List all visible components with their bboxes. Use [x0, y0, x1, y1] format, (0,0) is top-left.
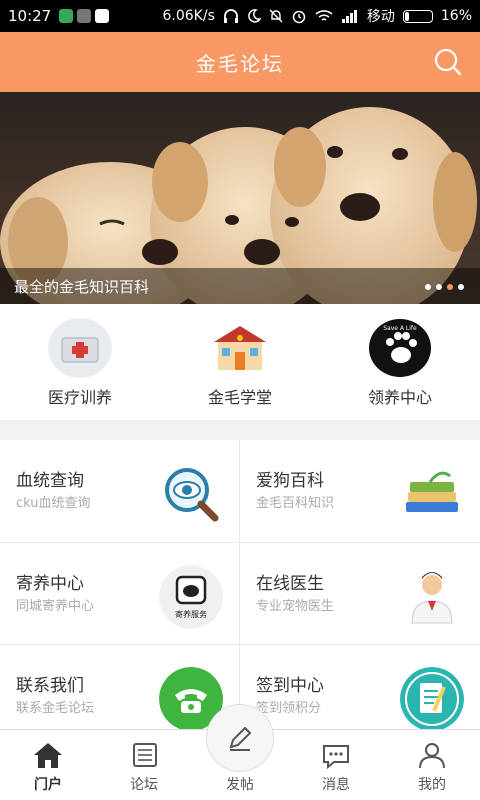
- carrier-label: 移动: [366, 9, 395, 25]
- mute-bell-icon: [269, 9, 283, 23]
- tab-label: 门户: [34, 777, 62, 793]
- status-bar: 10:27 6.06K/s 移动 16%: [0, 0, 480, 32]
- app-notification-icon: [59, 9, 74, 23]
- category-label: 医疗训养: [47, 388, 112, 407]
- pencil-icon: [229, 726, 252, 751]
- service-title: 签到中心: [256, 676, 324, 696]
- app-notification-icon: [77, 9, 92, 23]
- compose-button[interactable]: [206, 704, 274, 772]
- service-subtitle: 签到领积分: [256, 701, 322, 716]
- eye-magnifier-icon: [165, 468, 219, 522]
- service-title: 在线医生: [256, 574, 324, 594]
- status-time: 10:27: [8, 7, 52, 25]
- services-grid: 血统查询 cku血统查询 爱狗百科 金毛百科知识 寄养中心 同城寄养中心 寄养服…: [0, 440, 480, 731]
- service-foster-center[interactable]: 寄养中心 同城寄养中心 寄养服务: [0, 543, 239, 644]
- carousel-dot: [458, 284, 464, 290]
- service-contact-us[interactable]: 联系我们 联系金毛论坛: [0, 645, 239, 731]
- chat-bubble-icon: [323, 745, 349, 770]
- signal-icon: [341, 10, 357, 23]
- tab-portal[interactable]: 门户: [0, 730, 96, 800]
- tab-label: 发帖: [226, 777, 254, 793]
- service-subtitle: 专业宠物医生: [256, 599, 335, 614]
- network-speed: 6.06K/s: [162, 8, 215, 24]
- service-title: 寄养中心: [16, 574, 84, 594]
- service-subtitle: 金毛百科知识: [256, 496, 335, 511]
- category-row: 医疗训养 金毛学堂 Save A Life 领养中心: [0, 304, 480, 420]
- battery-icon: [402, 9, 433, 23]
- carousel-dot: [425, 284, 431, 290]
- alarm-icon: [292, 10, 306, 24]
- tab-label: 论坛: [130, 777, 158, 793]
- battery-percent: 16%: [440, 8, 472, 24]
- qq-notification-icon: [95, 9, 110, 23]
- page-title: 金毛论坛: [196, 51, 284, 76]
- service-subtitle: cku血统查询: [16, 496, 91, 511]
- app-header: 金毛论坛: [0, 32, 480, 92]
- doctor-icon: [411, 572, 453, 624]
- tab-messages[interactable]: 消息: [288, 730, 384, 800]
- paw-badge-icon: Save A Life: [369, 319, 431, 377]
- service-pedigree-query[interactable]: 血统查询 cku血统查询: [0, 440, 239, 542]
- carousel-dot-active: [447, 284, 453, 290]
- service-online-doctor[interactable]: 在线医生 专业宠物医生: [240, 543, 480, 644]
- books-icon: [406, 471, 458, 512]
- home-icon: [34, 743, 62, 768]
- tab-label: 我的: [418, 777, 446, 793]
- service-checkin-center[interactable]: 签到中心 签到领积分: [240, 645, 480, 731]
- category-medical[interactable]: 医疗训养: [0, 304, 160, 420]
- category-school[interactable]: 金毛学堂: [160, 304, 320, 420]
- carousel-dot: [436, 284, 442, 290]
- service-subtitle: 联系金毛论坛: [16, 701, 95, 716]
- banner-caption: 最全的金毛知识百科: [0, 268, 480, 304]
- tab-label: 消息: [322, 777, 350, 793]
- wifi-icon: [315, 10, 333, 21]
- service-title: 爱狗百科: [256, 471, 324, 491]
- search-icon[interactable]: [432, 46, 464, 78]
- tab-post[interactable]: 发帖: [192, 704, 288, 800]
- service-dog-encyclopedia[interactable]: 爱狗百科 金毛百科知识: [240, 440, 480, 542]
- category-label: 金毛学堂: [207, 388, 272, 407]
- school-building-icon: [214, 326, 266, 370]
- tab-forum[interactable]: 论坛: [96, 730, 192, 800]
- service-title: 血统查询: [16, 471, 84, 491]
- bottom-tab-bar: 门户 论坛 发帖 消息 我的: [0, 704, 480, 800]
- headphone-icon: [223, 9, 238, 23]
- first-aid-kit-icon: [48, 318, 112, 378]
- service-subtitle: 同城寄养中心: [16, 599, 95, 614]
- category-adoption[interactable]: Save A Life 领养中心: [320, 304, 480, 420]
- carousel-indicator: [425, 284, 464, 290]
- foster-service-icon: 寄养服务: [159, 565, 223, 629]
- checklist-pen-icon: [400, 667, 464, 731]
- adopt-badge-text: Save A Life: [383, 325, 417, 332]
- user-icon: [419, 743, 445, 769]
- banner-carousel[interactable]: 最全的金毛知识百科: [0, 92, 480, 304]
- tab-profile[interactable]: 我的: [384, 730, 480, 800]
- service-title: 联系我们: [16, 676, 84, 696]
- moon-icon: [248, 9, 261, 23]
- category-label: 领养中心: [367, 388, 432, 407]
- scroll-icon: [133, 743, 157, 767]
- foster-badge-text: 寄养服务: [175, 609, 207, 619]
